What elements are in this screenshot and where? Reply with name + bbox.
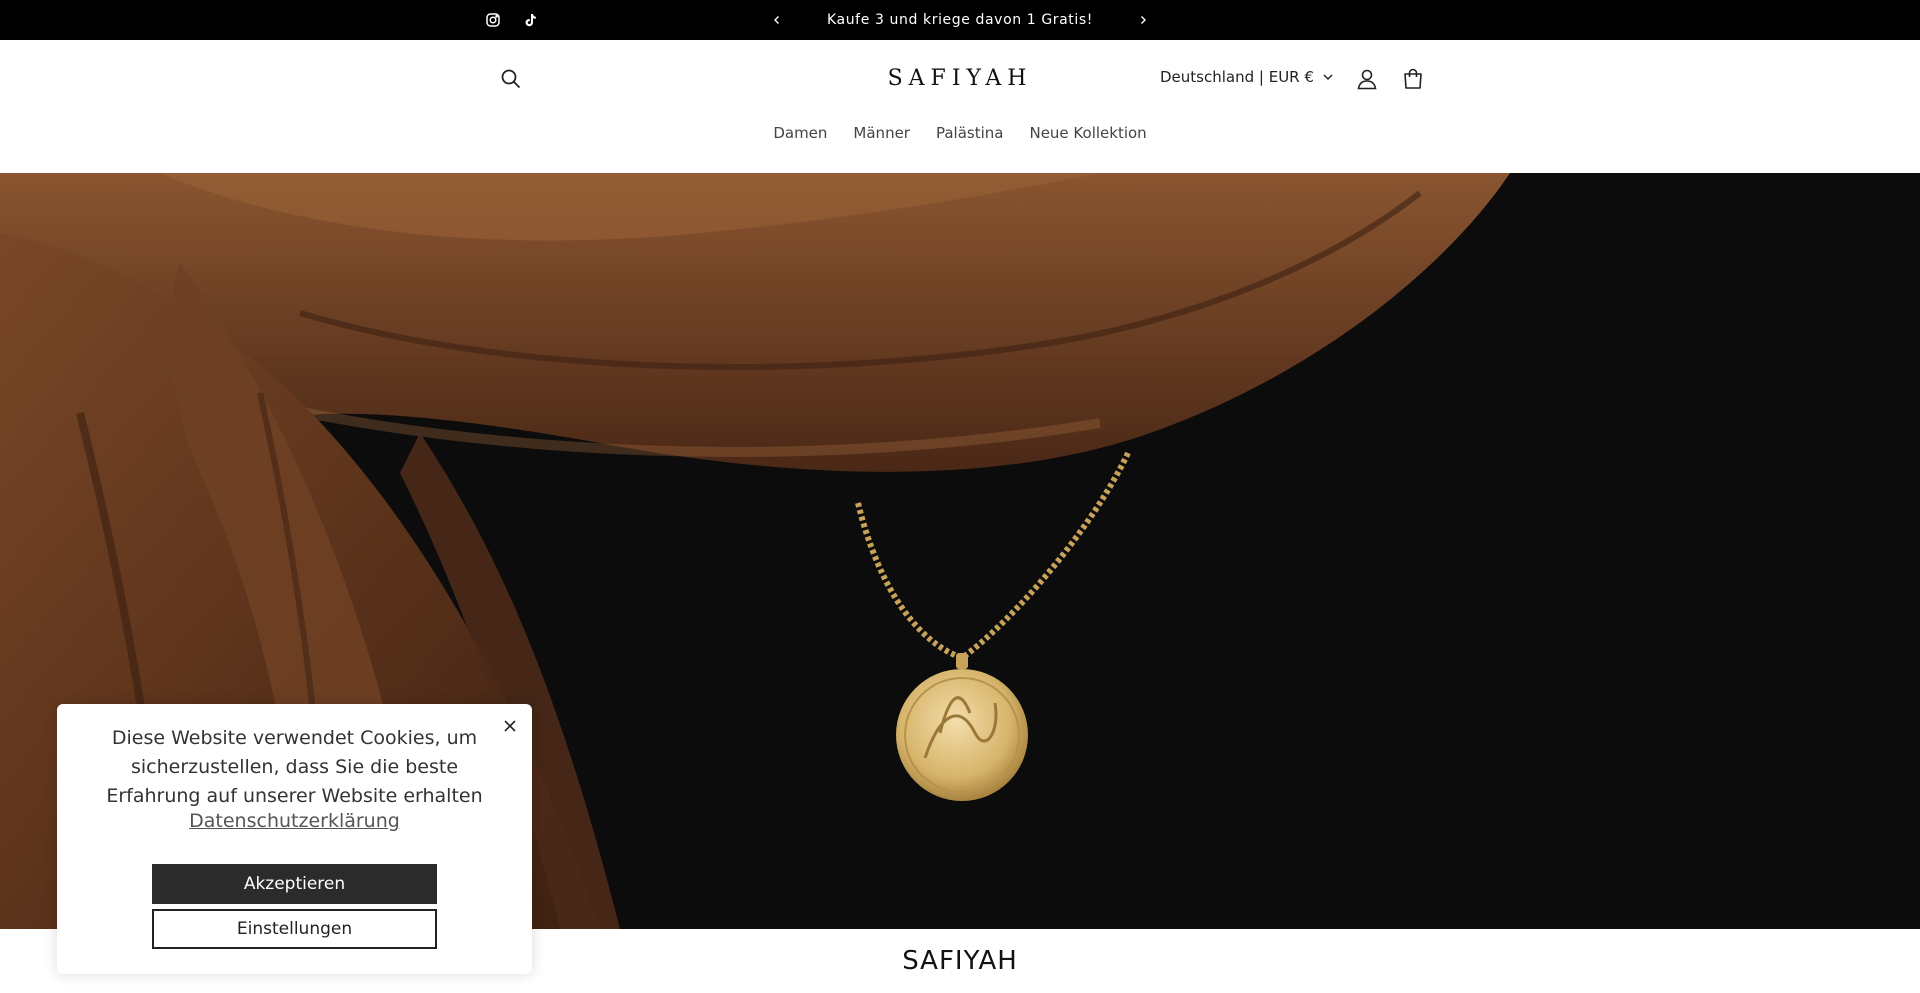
cookie-settings-button[interactable]: Einstellungen [152,909,437,949]
next-announcement-arrow[interactable] [1133,10,1153,30]
accept-cookies-button[interactable]: Akzeptieren [152,864,437,904]
tiktok-icon[interactable] [519,10,541,30]
chevron-down-icon [1323,74,1333,81]
main-navigation: Damen Männer Palästina Neue Kollektion [0,124,1920,142]
instagram-icon[interactable] [482,10,504,30]
nav-item-palaestina[interactable]: Palästina [936,124,1004,142]
announcement-bar: Kaufe 3 und kriege davon 1 Gratis! [0,0,1920,40]
country-currency-label: Deutschland | EUR € [1160,68,1314,86]
search-icon[interactable] [496,64,526,94]
nav-item-neue-kollektion[interactable]: Neue Kollektion [1029,124,1146,142]
cookie-banner: Diese Website verwendet Cookies, um sich… [57,704,532,974]
nav-item-maenner[interactable]: Männer [853,124,910,142]
announcement-text: Kaufe 3 und kriege davon 1 Gratis! [826,12,1093,28]
privacy-policy-link[interactable]: Datenschutzerklärung [57,810,532,832]
site-logo[interactable]: SAFIYAH [860,64,1060,94]
site-header: SAFIYAH Deutschland | EUR € Damen Männer… [0,40,1920,173]
cart-icon[interactable] [1398,64,1428,94]
account-icon[interactable] [1352,64,1382,94]
cookie-message: Diese Website verwendet Cookies, um sich… [106,727,483,807]
nav-item-damen[interactable]: Damen [773,124,827,142]
country-currency-selector[interactable]: Deutschland | EUR € [1160,68,1334,86]
close-icon[interactable] [500,716,520,736]
